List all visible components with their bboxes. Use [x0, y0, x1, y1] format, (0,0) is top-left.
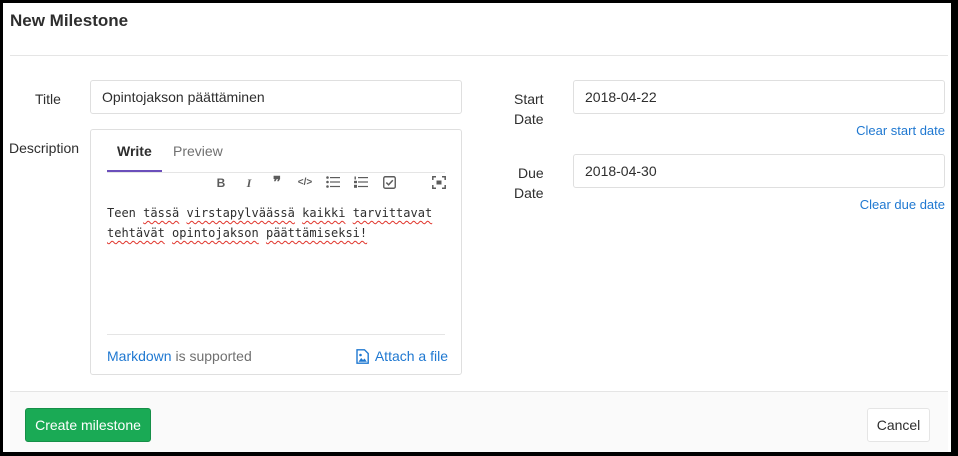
- due-date-label-2: Date: [514, 185, 544, 201]
- image-file-icon: [356, 349, 369, 364]
- create-milestone-button[interactable]: Create milestone: [25, 408, 151, 442]
- start-date-label-2: Date: [514, 111, 544, 127]
- start-date-input[interactable]: 2018-04-22: [573, 80, 945, 114]
- quote-icon[interactable]: ❞: [267, 174, 287, 192]
- bold-icon[interactable]: B: [211, 174, 231, 192]
- start-date-label-1: Start: [514, 91, 544, 107]
- editor-word: tehtävät: [107, 226, 165, 240]
- editor-word: tässä: [143, 206, 180, 220]
- editor-word: virstapylväässä: [186, 206, 295, 220]
- bullet-list-icon[interactable]: [323, 174, 343, 192]
- tab-write[interactable]: Write: [117, 142, 152, 160]
- editor-word: päättämiseksi!: [265, 226, 368, 240]
- fullscreen-icon[interactable]: [429, 174, 449, 192]
- markdown-link[interactable]: Markdown: [107, 348, 172, 364]
- clear-start-date-link[interactable]: Clear start date: [856, 121, 945, 141]
- tabs-divider: [107, 172, 445, 173]
- editor-divider: [107, 334, 445, 335]
- markdown-suffix: is supported: [175, 348, 252, 364]
- attach-file-label: Attach a file: [374, 348, 448, 364]
- code-icon[interactable]: </>: [295, 174, 315, 192]
- page-title: New Milestone: [10, 11, 129, 30]
- editor-word: kaikki: [302, 206, 346, 220]
- description-editor: Write Preview B I ❞ </> Teen tässä virst…: [90, 129, 462, 375]
- markdown-note: Markdown is supported: [107, 347, 252, 365]
- cancel-button[interactable]: Cancel: [867, 408, 930, 442]
- numbered-list-icon[interactable]: [351, 174, 371, 192]
- form-actions: Create milestone Cancel: [10, 391, 948, 452]
- clear-due-date-link[interactable]: Clear due date: [860, 195, 945, 215]
- new-milestone-panel: New Milestone Title Opintojakson päättäm…: [3, 3, 951, 452]
- description-label: Description: [9, 140, 80, 156]
- editor-word: opintojakson: [172, 226, 259, 240]
- title-divider: [10, 55, 948, 56]
- description-textarea[interactable]: Teen tässä virstapylväässä kaikki tarvit…: [107, 203, 447, 243]
- attach-file-link[interactable]: Attach a file: [356, 347, 448, 365]
- task-list-icon[interactable]: [379, 174, 399, 192]
- editor-word: Teen: [107, 206, 136, 220]
- due-date-label-1: Due: [518, 165, 544, 181]
- title-label: Title: [35, 91, 61, 107]
- tab-preview[interactable]: Preview: [173, 142, 223, 160]
- italic-icon[interactable]: I: [239, 174, 259, 192]
- due-date-input[interactable]: 2018-04-30: [573, 154, 945, 188]
- title-input[interactable]: Opintojakson päättäminen: [90, 80, 462, 114]
- editor-word: tarvittavat: [352, 206, 433, 220]
